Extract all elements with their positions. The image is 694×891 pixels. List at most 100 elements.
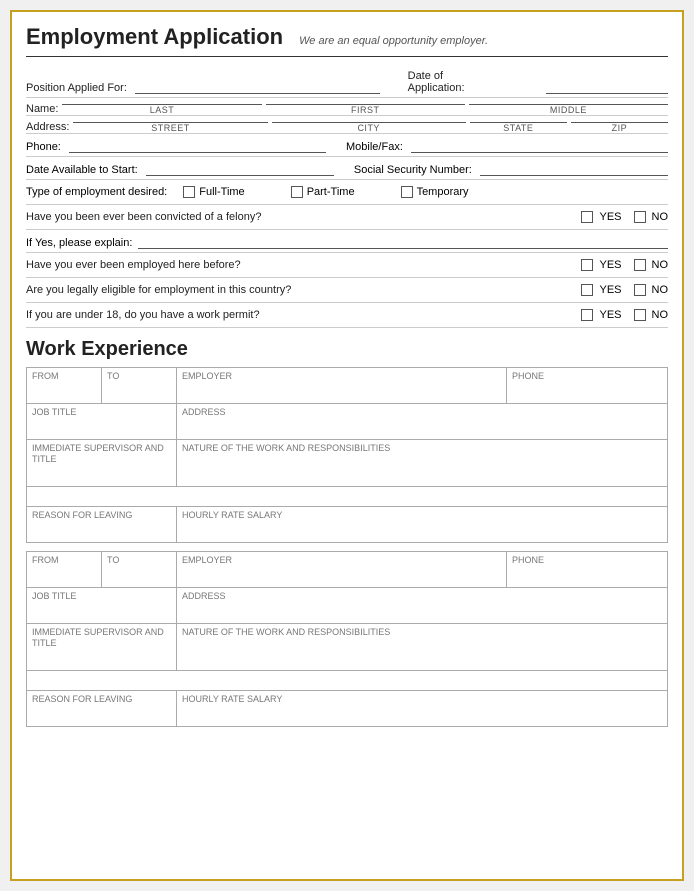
we2-nature-value[interactable] [182, 638, 662, 656]
employment-application: Employment Application We are an equal o… [10, 10, 684, 881]
address-state-group: STATE [470, 122, 567, 133]
fulltime-option[interactable]: Full-Time [183, 186, 244, 198]
we1-phone-label: PHONE [512, 371, 544, 381]
we1-reason-value[interactable] [32, 521, 171, 539]
felony-yes-label: YES [599, 211, 621, 223]
we1-employer-cell: EMPLOYER [177, 368, 507, 404]
we2-reason-value[interactable] [32, 705, 171, 723]
position-field[interactable] [135, 80, 380, 94]
date-avail-field[interactable] [146, 162, 334, 176]
we2-supervisor-row: Immediate supervisor and title Nature of… [27, 624, 668, 671]
we2-to-value[interactable] [107, 566, 171, 584]
we2-nature-cell: Nature of the work and responsibilities [177, 624, 668, 671]
we1-supervisor-value[interactable] [32, 465, 171, 483]
we2-phone-cell: PHONE [507, 552, 668, 588]
fulltime-checkbox[interactable] [183, 186, 195, 198]
work-experience-title: Work Experience [26, 338, 668, 361]
parttime-checkbox[interactable] [291, 186, 303, 198]
we1-nature-label: Nature of the work and responsibilities [182, 443, 390, 453]
eligible-no-group: NO [634, 284, 669, 296]
header-section: Employment Application We are an equal o… [26, 24, 668, 57]
we2-supervisor-cell: Immediate supervisor and title [27, 624, 177, 671]
we2-reason-label: Reason for Leaving [32, 694, 132, 704]
phone-field[interactable] [69, 139, 326, 153]
address-label: Address: [26, 121, 73, 133]
work-permit-no-checkbox[interactable] [634, 309, 646, 321]
employed-here-yes-checkbox[interactable] [581, 259, 593, 271]
we2-phone-value[interactable] [512, 566, 662, 584]
we2-spacer-cell [27, 671, 668, 691]
temporary-option[interactable]: Temporary [401, 186, 469, 198]
felony-question: Have you been ever been convicted of a f… [26, 211, 541, 223]
we1-to-value[interactable] [107, 382, 171, 400]
date-of-label: Date of [408, 70, 443, 82]
we1-address-value[interactable] [182, 418, 662, 436]
we2-reason-cell: Reason for Leaving [27, 691, 177, 727]
we1-jobtitle-label: JOB TITLE [32, 407, 76, 417]
eligible-yes-checkbox[interactable] [581, 284, 593, 296]
address-city-label: CITY [272, 123, 466, 133]
we1-hourly-cell: Hourly Rate Salary [177, 507, 668, 543]
employed-here-question: Have you ever been employed here before? [26, 259, 541, 271]
temporary-checkbox[interactable] [401, 186, 413, 198]
we2-hourly-cell: Hourly Rate Salary [177, 691, 668, 727]
work-experience-table-1: FROM TO EMPLOYER PHONE [26, 367, 668, 543]
we1-phone-value[interactable] [512, 382, 662, 400]
employed-here-yes-group: YES [581, 259, 621, 271]
eligible-no-label: NO [652, 284, 669, 296]
work-permit-yes-checkbox[interactable] [581, 309, 593, 321]
ssn-field[interactable] [480, 162, 668, 176]
mobile-field[interactable] [411, 139, 668, 153]
position-label: Position Applied For: [26, 82, 127, 94]
we2-supervisor-value[interactable] [32, 649, 171, 667]
we1-header-row: FROM TO EMPLOYER PHONE [27, 368, 668, 404]
we1-hourly-value[interactable] [182, 521, 662, 539]
name-first-label: FIRST [266, 105, 465, 115]
we1-nature-value[interactable] [182, 454, 662, 472]
we2-jobtitle-row: JOB TITLE ADDRESS [27, 588, 668, 624]
felony-no-group: NO [634, 211, 669, 223]
we1-reason-label: Reason for Leaving [32, 510, 132, 520]
address-state-label: STATE [470, 123, 567, 133]
date-application-field[interactable] [546, 80, 668, 94]
eligible-no-checkbox[interactable] [634, 284, 646, 296]
we2-from-value[interactable] [32, 566, 96, 584]
we1-reason-cell: Reason for Leaving [27, 507, 177, 543]
explain-label: If Yes, please explain: [26, 237, 132, 249]
position-date-row: Position Applied For: Date of Applicatio… [26, 65, 668, 98]
we2-jobtitle-cell: JOB TITLE [27, 588, 177, 624]
we2-from-cell: FROM [27, 552, 102, 588]
address-street-group: STREET [73, 122, 267, 133]
name-section: Name: LAST FIRST MIDDLE [26, 98, 668, 116]
felony-no-label: NO [652, 211, 669, 223]
date-ssn-row: Date Available to Start: Social Security… [26, 157, 668, 180]
employed-here-no-checkbox[interactable] [634, 259, 646, 271]
we2-reason-row: Reason for Leaving Hourly Rate Salary [27, 691, 668, 727]
parttime-option[interactable]: Part-Time [291, 186, 355, 198]
we2-address-value[interactable] [182, 602, 662, 620]
we2-hourly-value[interactable] [182, 705, 662, 723]
app-subtitle: We are an equal opportunity employer. [299, 35, 488, 47]
we1-employer-value[interactable] [182, 382, 501, 400]
we1-nature-cell: Nature of the work and responsibilities [177, 440, 668, 487]
work-permit-question: If you are under 18, do you have a work … [26, 309, 541, 321]
we2-to-cell: TO [102, 552, 177, 588]
we2-to-label: TO [107, 555, 119, 565]
phone-label: Phone: [26, 141, 61, 153]
we1-jobtitle-value[interactable] [32, 418, 171, 436]
we1-to-cell: TO [102, 368, 177, 404]
parttime-label: Part-Time [307, 186, 355, 198]
we2-nature-label: Nature of the work and responsibilities [182, 627, 390, 637]
felony-no-checkbox[interactable] [634, 211, 646, 223]
mobile-label: Mobile/Fax: [346, 141, 403, 153]
date-avail-label: Date Available to Start: [26, 164, 138, 176]
we2-jobtitle-value[interactable] [32, 602, 171, 620]
we1-reason-row: Reason for Leaving Hourly Rate Salary [27, 507, 668, 543]
we1-from-value[interactable] [32, 382, 96, 400]
felony-yes-checkbox[interactable] [581, 211, 593, 223]
work-permit-no-group: NO [634, 309, 669, 321]
we2-employer-value[interactable] [182, 566, 501, 584]
explain-field[interactable] [138, 235, 668, 249]
employed-here-no-group: NO [634, 259, 669, 271]
employment-type-row: Type of employment desired: Full-Time Pa… [26, 180, 668, 205]
